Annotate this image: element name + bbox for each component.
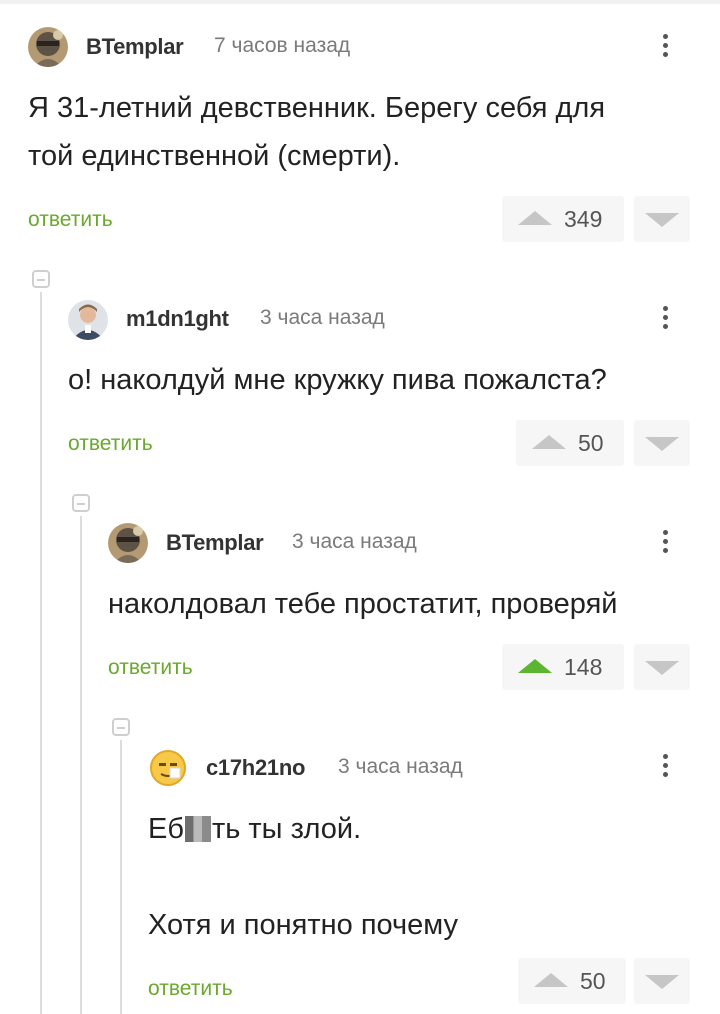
timestamp[interactable]: 3 часа назад	[338, 755, 463, 779]
avatar[interactable]	[148, 748, 188, 788]
downvote-button[interactable]	[634, 958, 690, 1004]
vote-count: 349	[564, 206, 603, 232]
downvote-button[interactable]	[634, 420, 690, 466]
helmet-avatar-icon	[108, 523, 148, 563]
downvote-button[interactable]	[634, 196, 690, 242]
comment-text-line: Я 31-летний девственник. Берегу себя для	[28, 92, 606, 124]
censored-pixelation	[184, 816, 211, 842]
comment-text-line: Хотя и понятно почему	[148, 909, 459, 941]
downvote-arrow-icon	[645, 661, 679, 675]
collapse-toggle-level-3[interactable]	[112, 718, 130, 736]
comment-text: Еб ть ты злой. Хотя и понятно почему	[148, 805, 458, 949]
username[interactable]: BTemplar	[86, 34, 184, 60]
reply-button[interactable]: ответить	[68, 432, 153, 456]
reply-button[interactable]: ответить	[148, 977, 233, 1001]
thread-line-level-2	[80, 516, 82, 1014]
username[interactable]: m1dn1ght	[126, 306, 229, 332]
upvote-button[interactable]: 148	[502, 644, 624, 690]
comment-text-line: той единственной (смерти).	[28, 140, 401, 172]
timestamp[interactable]: 3 часа назад	[292, 530, 417, 554]
username[interactable]: c17h21no	[206, 755, 305, 781]
upvote-arrow-icon	[518, 211, 552, 225]
thread-line-level-3	[120, 740, 122, 1014]
comment-text: о! наколдуй мне кружку пива пожалста?	[68, 356, 607, 404]
username[interactable]: BTemplar	[166, 530, 264, 556]
upvote-button[interactable]: 50	[518, 958, 626, 1004]
thread-line-level-1	[40, 292, 42, 1014]
avatar[interactable]	[68, 300, 108, 340]
downvote-button[interactable]	[634, 644, 690, 690]
emoji-avatar-icon	[148, 748, 188, 788]
timestamp[interactable]: 7 часов назад	[214, 34, 350, 58]
comment-text: Я 31-летний девственник. Берегу себя для…	[28, 84, 605, 180]
downvote-arrow-icon	[645, 437, 679, 451]
portrait-avatar-icon	[68, 300, 108, 340]
vote-count: 50	[580, 968, 606, 994]
collapse-toggle-level-2[interactable]	[72, 494, 90, 512]
more-options-icon[interactable]	[660, 30, 670, 64]
downvote-arrow-icon	[645, 975, 679, 989]
upvote-button[interactable]: 50	[516, 420, 624, 466]
helmet-avatar-icon	[28, 27, 68, 67]
upvote-arrow-icon	[534, 973, 568, 987]
more-options-icon[interactable]	[660, 302, 670, 336]
collapse-toggle-level-1[interactable]	[32, 270, 50, 288]
vote-count: 148	[564, 654, 603, 680]
vote-count: 50	[578, 430, 604, 456]
reply-button[interactable]: ответить	[108, 656, 193, 680]
comment-text-line: наколдовал тебе простатит, проверяй	[108, 588, 618, 620]
downvote-arrow-icon	[645, 213, 679, 227]
more-options-icon[interactable]	[660, 526, 670, 560]
more-options-icon[interactable]	[660, 750, 670, 784]
text-fragment: Еб	[148, 813, 184, 845]
upvote-arrow-icon	[532, 435, 566, 449]
avatar[interactable]	[28, 27, 68, 67]
text-fragment: ть ты злой.	[211, 813, 362, 845]
upvote-arrow-icon	[518, 659, 552, 673]
comment-text-line: Еб ть ты злой.	[148, 805, 458, 853]
reply-button[interactable]: ответить	[28, 208, 113, 232]
comment-text: наколдовал тебе простатит, проверяй	[108, 580, 617, 628]
top-divider	[0, 0, 720, 4]
avatar[interactable]	[108, 523, 148, 563]
comment-text-line: о! наколдуй мне кружку пива пожалста?	[68, 364, 607, 396]
upvote-button[interactable]: 349	[502, 196, 624, 242]
timestamp[interactable]: 3 часа назад	[260, 306, 385, 330]
